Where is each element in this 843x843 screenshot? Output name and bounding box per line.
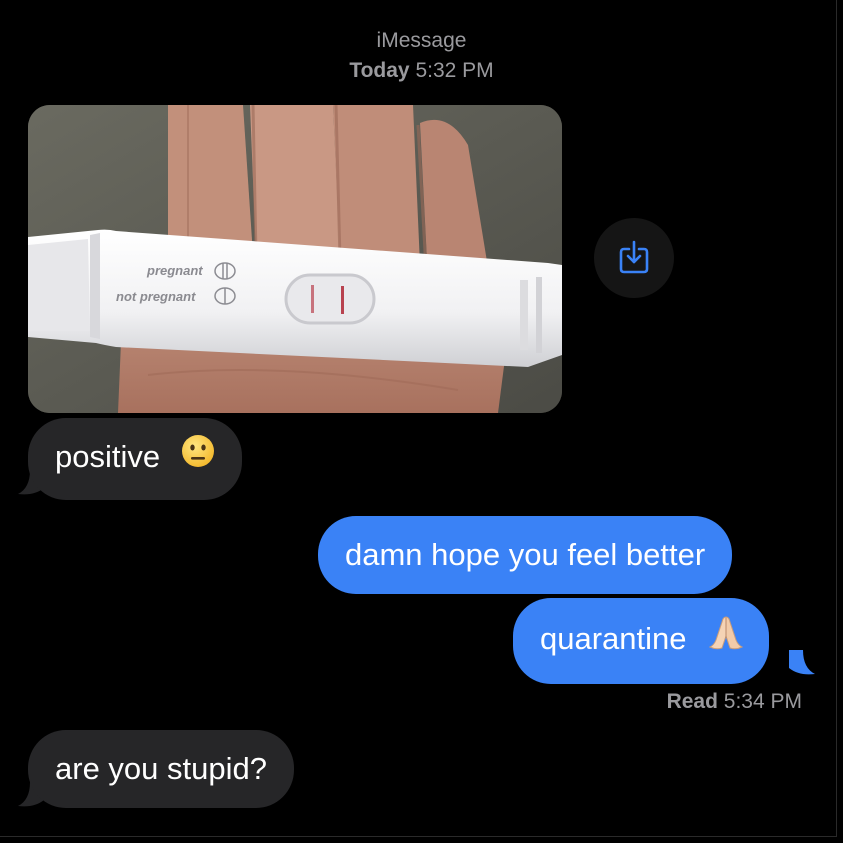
read-time: 5:34 PM — [723, 690, 802, 713]
message-bubble-received[interactable]: positive — [28, 418, 242, 500]
message-bubble-sent[interactable]: quarantine — [513, 598, 770, 684]
message-text: quarantine — [540, 621, 687, 657]
message-text: positive — [55, 439, 161, 475]
neutral-face-icon — [181, 434, 215, 478]
timestamp-time: 5:32 PM — [415, 59, 494, 82]
bubble-tail — [789, 650, 815, 675]
folded-hands-icon — [707, 614, 745, 662]
message-text: are you stupid? — [55, 751, 267, 786]
message-bubble-received[interactable]: are you stupid? — [28, 730, 294, 808]
photo-attachment[interactable]: pregnant not pregnant — [28, 105, 562, 413]
conversation-view: iMessage Today 5:32 PM pregnant not preg… — [0, 0, 843, 843]
message-bubble-sent[interactable]: damn hope you feel better — [318, 516, 733, 594]
conversation-timestamp: Today 5:32 PM — [0, 56, 843, 86]
read-label: Read — [666, 690, 718, 713]
read-receipt: Read 5:34 PM — [667, 688, 802, 716]
test-label-pregnant: pregnant — [146, 263, 203, 278]
test-label-not-pregnant: not pregnant — [116, 289, 196, 304]
photo-image: pregnant not pregnant — [28, 105, 562, 413]
download-icon — [619, 240, 649, 274]
message-text: damn hope you feel better — [345, 537, 706, 572]
save-to-photos-button[interactable] — [594, 218, 674, 298]
service-label: iMessage — [376, 29, 467, 52]
timestamp-day: Today — [349, 59, 410, 82]
